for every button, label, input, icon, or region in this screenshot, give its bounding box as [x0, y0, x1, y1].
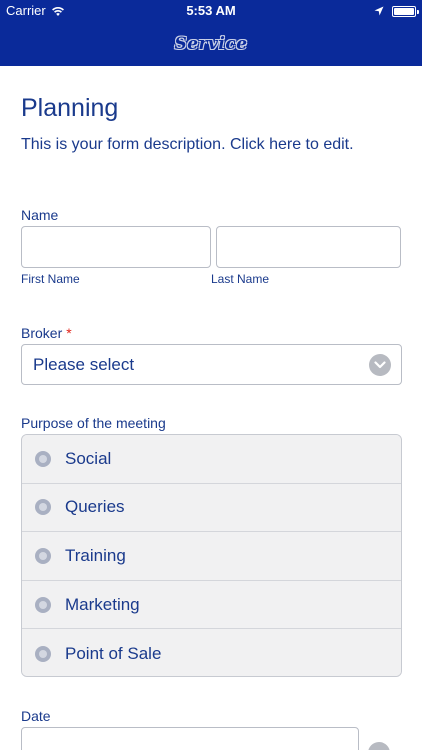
radio-option-label: Training [65, 545, 126, 565]
date-label: Date [21, 708, 51, 724]
radio-option-marketing[interactable]: Marketing [22, 580, 401, 630]
broker-select[interactable]: Please select [21, 344, 402, 385]
status-time: 5:53 AM [186, 3, 236, 18]
radio-button[interactable] [35, 596, 51, 613]
first-name-input[interactable] [21, 226, 211, 268]
radio-button[interactable] [35, 499, 51, 516]
radio-button[interactable] [35, 547, 51, 564]
nav-bar: Service [0, 22, 422, 66]
purpose-label: Purpose of the meeting [21, 415, 166, 431]
calendar-icon[interactable] [368, 742, 390, 750]
radio-option-point-of-sale[interactable]: Point of Sale [22, 629, 401, 676]
status-bar: Carrier 5:53 AM [0, 0, 422, 22]
broker-label: Broker * [21, 325, 72, 341]
form-title[interactable]: Planning [21, 94, 118, 123]
battery-icon [392, 6, 419, 17]
first-name-sublabel: First Name [21, 272, 80, 286]
name-label: Name [21, 207, 59, 223]
last-name-input[interactable] [216, 226, 401, 268]
radio-option-label: Point of Sale [65, 643, 162, 663]
radio-option-label: Queries [65, 497, 125, 517]
location-arrow-icon [374, 4, 384, 19]
radio-option-social[interactable]: Social [22, 435, 401, 484]
broker-label-text: Broker [21, 325, 63, 341]
chevron-down-icon[interactable] [369, 354, 391, 376]
last-name-sublabel: Last Name [211, 272, 270, 286]
radio-button[interactable] [35, 645, 51, 662]
broker-select-value: Please select [33, 355, 135, 374]
purpose-radio-group: Social Queries Training Marketing Point … [21, 434, 402, 677]
radio-button[interactable] [35, 450, 51, 467]
date-input[interactable] [21, 727, 359, 750]
radio-option-label: Marketing [65, 594, 140, 614]
form-description[interactable]: This is your form description. Click her… [21, 136, 354, 154]
radio-option-training[interactable]: Training [22, 532, 401, 581]
nav-title: Service [174, 34, 248, 54]
radio-option-queries[interactable]: Queries [22, 483, 401, 533]
status-right [374, 4, 419, 19]
radio-option-label: Social [65, 448, 112, 468]
required-asterisk: * [66, 325, 72, 341]
